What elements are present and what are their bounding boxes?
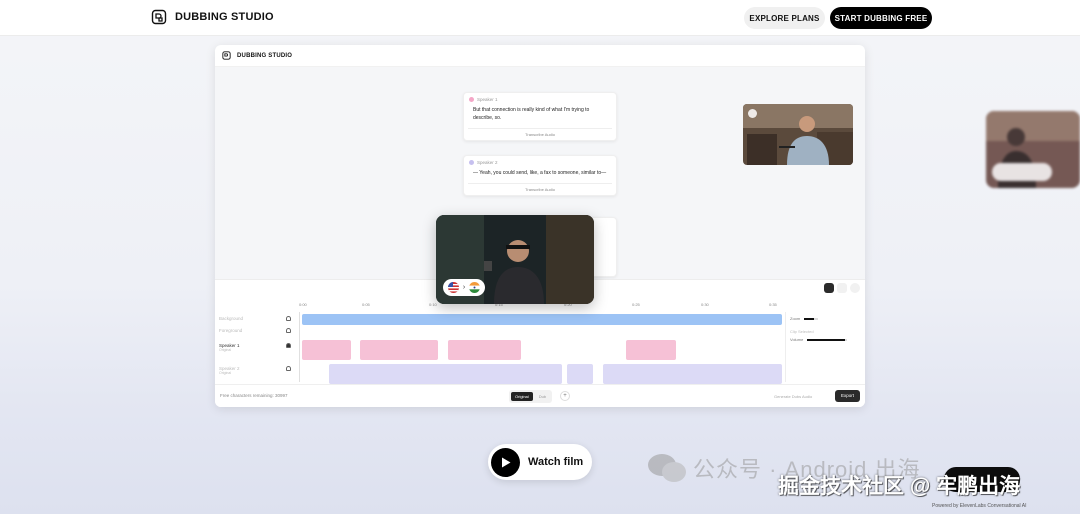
background-audio-clip[interactable] [302,314,782,325]
juejin-watermark: 掘金技术社区 @ 牢鹏出海 [778,475,1021,498]
speaker-1-dot-icon [469,97,474,102]
toggle-dub[interactable]: Dub [535,392,550,401]
track-label[interactable]: Foreground [219,328,295,333]
track-label[interactable]: Speaker 2 Original [219,366,295,375]
dubbed-video-preview[interactable]: › [436,215,594,304]
clip-side-panel: Zoom Clip Selected Volume [785,312,865,382]
speaker-1-clip[interactable] [626,340,676,360]
watch-film-button[interactable]: Watch film [488,444,592,480]
transcribe-audio-button[interactable]: Transcribe Audio [468,183,612,192]
speaker-2-clip[interactable] [329,364,562,384]
add-language-button[interactable]: + [560,391,570,401]
original-video-thumbnail[interactable] [743,104,853,165]
transcript-card[interactable]: Speaker 1 But that connection is really … [463,92,617,141]
speaker-1-clip[interactable] [448,340,521,360]
volume-control[interactable]: Volume [790,337,848,342]
arrow-right-icon: › [462,284,466,291]
ruler-tick: 0:25 [632,302,640,307]
watch-film-label: Watch film [528,456,584,468]
transcript-text[interactable]: — Yeah, you could send, like, a fax to s… [464,165,616,177]
speaker-2-dot-icon [469,160,474,165]
characters-remaining: Free characters remaining: 30997 [220,393,288,398]
play-icon [491,447,520,477]
timeline-tracks [299,312,783,384]
headphones-icon[interactable] [286,328,291,333]
speaker-tag: Speaker 1 [464,93,616,102]
speaker-1-clip[interactable] [360,340,438,360]
speaker-2-clip[interactable] [567,364,593,384]
explore-plans-button[interactable]: EXPLORE PLANS [744,7,825,29]
blurred-video-preview [986,111,1080,188]
brand[interactable]: DUBBING STUDIO [151,9,274,25]
brand-name: DUBBING STUDIO [175,11,274,23]
us-flag-icon [447,282,459,293]
ruler-tick: 0:05 [362,302,370,307]
export-button[interactable]: Export [835,390,860,402]
dubbing-logo-icon [222,51,231,60]
start-dubbing-button[interactable]: START DUBBING FREE [830,7,932,29]
ruler-tick: 0:30 [701,302,709,307]
transcript-card[interactable]: Speaker 2 — Yeah, you could send, like, … [463,155,617,196]
generate-dubs-audio[interactable]: Generate Dubs Audio [774,394,812,399]
dubbing-logo-icon [151,9,167,25]
speaker-1-clip[interactable] [302,340,351,360]
track-label[interactable]: Speaker 1 Original [219,343,295,352]
timeline-controls [824,283,860,293]
top-navbar: DUBBING STUDIO EXPLORE PLANS START DUBBI… [0,0,1080,36]
ruler-tick: 0:35 [769,302,777,307]
powered-by-text: Powered by ElevenLabs Conversational AI [932,503,1027,509]
track-label[interactable]: Background [219,316,295,321]
zoom-control[interactable]: Zoom [790,316,819,321]
original-dub-toggle[interactable]: Original Dub [509,390,553,403]
transcribe-audio-button[interactable]: Transcribe Audio [468,128,612,137]
play-icon[interactable] [824,283,834,293]
india-flag-icon [469,282,481,293]
wechat-icon [648,454,686,482]
language-switch[interactable]: › [443,279,485,296]
app-header: DUBBING STUDIO [215,45,865,67]
speaker-video-frame [743,104,853,165]
speaker-tag: Speaker 2 [464,156,616,165]
app-footer: Free characters remaining: 30997 Origina… [215,384,865,407]
speaker-name: Speaker 1 [477,97,498,102]
split-icon[interactable] [837,283,847,293]
speaker-name: Speaker 2 [477,160,498,165]
headphones-icon[interactable] [286,366,291,371]
speaker-2-clip[interactable] [603,364,782,384]
zoom-icon[interactable] [748,109,757,118]
ruler-tick: 0:10 [429,302,437,307]
app-title: DUBBING STUDIO [237,52,293,59]
clip-selected-label: Clip Selected [790,329,814,334]
transcript-text[interactable]: But that connection is really kind of wh… [464,102,616,122]
settings-icon[interactable] [850,283,860,293]
headphones-icon[interactable] [286,343,291,348]
ruler-tick: 0:00 [299,302,307,307]
toggle-original[interactable]: Original [511,392,533,401]
headphones-icon[interactable] [286,316,291,321]
